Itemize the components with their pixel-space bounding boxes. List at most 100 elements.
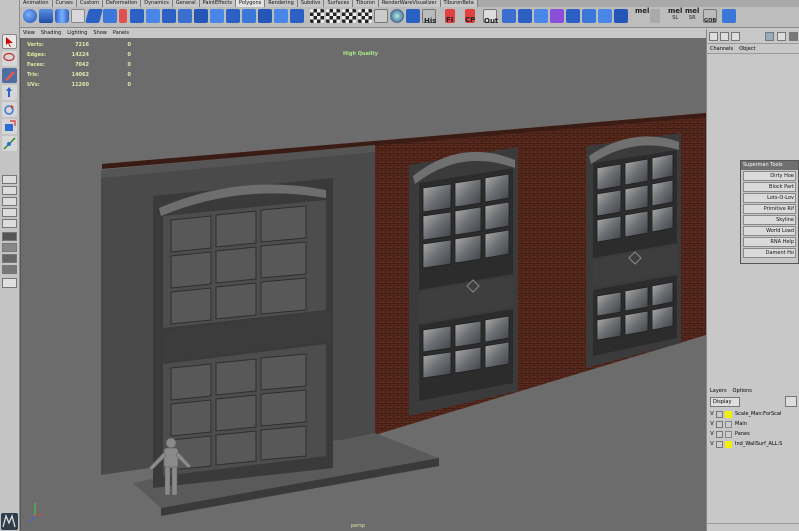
layout-hypershade-icon[interactable] <box>2 254 17 263</box>
shelf-tab[interactable]: Dynamics <box>141 0 173 7</box>
quadrangulate-icon[interactable] <box>274 9 288 23</box>
freeze-icon[interactable]: FI <box>445 9 455 24</box>
shading-menu[interactable]: Shading <box>38 29 64 38</box>
poly-sphere-icon[interactable] <box>23 9 37 23</box>
cb-tool-icon[interactable] <box>777 32 786 41</box>
tool-button[interactable]: World Load <box>743 226 796 236</box>
layer-visibility[interactable]: V <box>708 421 716 427</box>
cb-layout-icon-2[interactable] <box>720 32 729 41</box>
tool-button[interactable]: Dament Ho <box>743 248 796 258</box>
merge-icon[interactable] <box>162 9 176 23</box>
shelf-tab[interactable]: PaintEffects <box>199 0 236 7</box>
history-icon[interactable]: His <box>422 9 436 25</box>
shelf-tab[interactable]: Subdivs <box>297 0 325 7</box>
checker-icon-2[interactable] <box>326 9 340 23</box>
paint-select-icon[interactable] <box>2 68 17 83</box>
channels-menu[interactable]: Channels <box>707 44 736 53</box>
layers-menu[interactable]: Layers <box>707 387 730 396</box>
shelf-tab[interactable]: Tiburon <box>353 0 379 7</box>
separate-icon[interactable] <box>226 9 240 23</box>
collapse-icon[interactable] <box>178 9 192 23</box>
layer-row[interactable]: V Ind_WallSurf_ALL:S <box>708 439 798 449</box>
shelf-tab[interactable]: Custom <box>76 0 104 7</box>
normals-icon[interactable] <box>406 9 420 23</box>
show-menu[interactable]: Show <box>90 29 110 38</box>
mel-button[interactable]: mel <box>635 8 649 15</box>
cb-layout-icon-3[interactable] <box>731 32 740 41</box>
layout-three-icon[interactable] <box>2 219 17 228</box>
vertex-icon[interactable] <box>598 9 612 23</box>
shelf-tab-active[interactable]: Polygons <box>236 0 266 7</box>
layer-color-swatch[interactable] <box>725 440 732 448</box>
uv-editor-icon[interactable] <box>374 9 388 23</box>
shelf-tab[interactable]: Rendering <box>265 0 298 7</box>
layer-row[interactable]: V Scale_Man:ForScal <box>708 409 798 419</box>
cb-settings-icon[interactable] <box>789 32 798 41</box>
shelf-tab[interactable]: Animation <box>20 0 53 7</box>
shelf-tab[interactable]: Surfaces <box>324 0 354 7</box>
layer-type-dropdown[interactable]: Display <box>710 397 740 407</box>
poly-cube-icon[interactable] <box>39 9 53 23</box>
fill-hole-icon[interactable] <box>290 9 304 23</box>
mirror-icon[interactable] <box>242 9 256 23</box>
center-pivot-icon[interactable]: CP <box>465 9 475 24</box>
layer-color-swatch[interactable] <box>725 410 732 418</box>
layer-type-toggle[interactable] <box>716 440 723 448</box>
tool-button[interactable]: Lots-O-Lov <box>743 193 796 203</box>
align-icon[interactable] <box>502 9 516 23</box>
layer-visibility[interactable]: V <box>708 431 716 437</box>
tool-button[interactable]: Skyline <box>743 215 796 225</box>
layout-stack-icon[interactable] <box>2 208 17 217</box>
layer-visibility[interactable]: V <box>708 441 716 447</box>
object-menu[interactable]: Object <box>736 44 758 53</box>
gob-icon[interactable]: GOB <box>703 9 717 24</box>
layout-single-icon[interactable] <box>2 175 17 184</box>
superman-tools-title[interactable]: Superman Tools <box>741 161 798 170</box>
tool-button[interactable]: RNA Help <box>743 237 796 247</box>
script-icon[interactable] <box>650 9 660 23</box>
layer-row[interactable]: V Panes <box>708 429 798 439</box>
layout-graph-icon[interactable] <box>2 243 17 252</box>
checker-icon[interactable] <box>310 9 324 23</box>
outliner-icon[interactable]: Out <box>483 9 498 25</box>
tool-button[interactable]: Block Part <box>743 182 796 192</box>
layer-type-toggle[interactable] <box>716 410 723 418</box>
triangulate-icon[interactable] <box>258 9 272 23</box>
grid-icon[interactable] <box>534 9 548 23</box>
smooth-icon[interactable] <box>194 9 208 23</box>
layer-row[interactable]: V Main <box>708 419 798 429</box>
shelf-tab[interactable]: Curves <box>52 0 77 7</box>
face-icon[interactable] <box>582 9 596 23</box>
select-tool-icon[interactable] <box>2 34 17 49</box>
lasso-tool-icon[interactable] <box>2 51 17 66</box>
edge-icon[interactable] <box>566 9 580 23</box>
panels-menu[interactable]: Panels <box>110 29 132 38</box>
planar-map-icon[interactable] <box>390 9 404 23</box>
layout-outliner-icon[interactable] <box>2 232 17 241</box>
split-icon[interactable] <box>103 9 117 23</box>
layer-type-toggle[interactable] <box>716 420 723 428</box>
options-menu[interactable]: Options <box>730 387 755 396</box>
extrude-icon[interactable] <box>85 9 103 23</box>
tool-button[interactable]: Dirty Hoe <box>743 171 796 181</box>
tool-button[interactable]: Primitive Rif <box>743 204 796 214</box>
new-layer-icon[interactable] <box>785 396 797 407</box>
checker-icon-3[interactable] <box>342 9 356 23</box>
layout-four-icon[interactable] <box>2 186 17 195</box>
layer-color-swatch[interactable] <box>725 430 732 438</box>
shelf-tab[interactable]: TiburonBeta <box>440 0 478 7</box>
layout-side-icon[interactable] <box>2 197 17 206</box>
move-tool-icon[interactable] <box>2 85 17 100</box>
perspective-viewport[interactable]: Verts: 7216 0 Edges: 14224 0 Faces: 7042… <box>20 38 706 531</box>
lighting-menu[interactable]: Lighting <box>64 29 90 38</box>
shelf-tab[interactable]: Deformation <box>103 0 142 7</box>
poly-cylinder-icon[interactable] <box>55 9 69 23</box>
pick-icon[interactable] <box>614 9 628 23</box>
poly-plane-icon[interactable] <box>71 9 85 23</box>
layer-type-toggle[interactable] <box>716 430 723 438</box>
layout-render-icon[interactable] <box>2 265 17 274</box>
bevel-icon[interactable] <box>119 9 127 23</box>
checker-icon-4[interactable] <box>358 9 372 23</box>
manipulator-tool-icon[interactable] <box>2 136 17 151</box>
cb-layout-icon[interactable] <box>709 32 718 41</box>
